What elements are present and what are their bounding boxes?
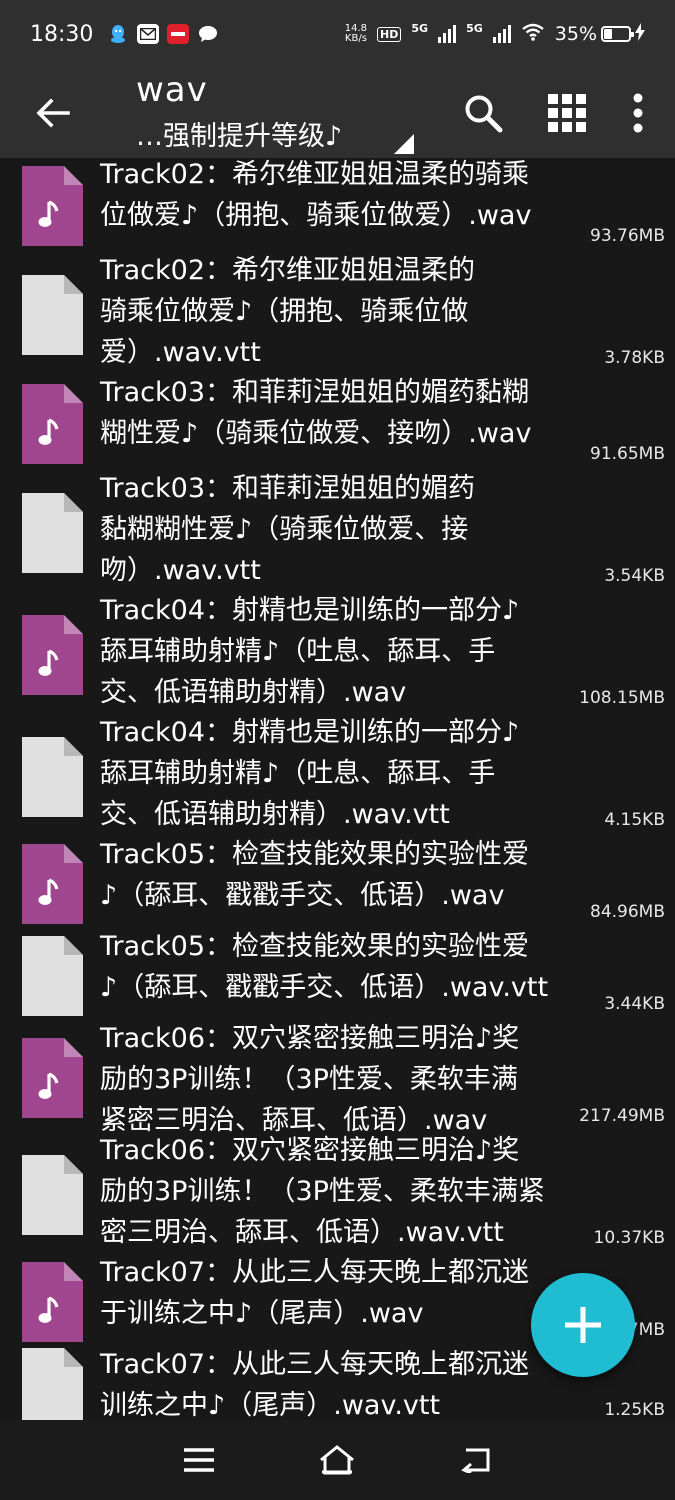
- mail-icon: [137, 24, 160, 44]
- signal-strength-icon: [492, 25, 511, 43]
- file-list-item[interactable]: Track02：希尔维亚姐姐温柔的 骑乘位做爱♪（拥抱、骑乘位做 爱）.wav.…: [0, 254, 675, 376]
- search-button[interactable]: [441, 68, 525, 158]
- audio-file-icon: [22, 1262, 83, 1342]
- document-file-icon: [22, 1155, 83, 1235]
- more-options-button[interactable]: [609, 68, 667, 158]
- system-navigation-bar: [0, 1420, 675, 1500]
- folder-title: wav: [136, 70, 208, 110]
- status-indicators: 14.8 KB/s HD 5G 5G 35%: [345, 22, 645, 46]
- file-list[interactable]: Track02：希尔维亚姐姐温柔的骑乘 位做爱♪（拥抱、骑乘位做爱）.wav 93…: [0, 158, 675, 1420]
- chat-bubble-icon: [197, 24, 219, 44]
- app-badge-icon: [167, 24, 190, 44]
- file-size: 10.37KB: [593, 1228, 665, 1248]
- file-list-item[interactable]: Track06：双穴紧密接触三明治♪奖 励的3P训练！（3P性爱、柔软丰满 紧密…: [0, 1022, 675, 1136]
- home-button[interactable]: [307, 1430, 367, 1490]
- plus-icon: [565, 1307, 601, 1343]
- network-speed: 14.8 KB/s: [345, 24, 367, 44]
- hd-voice-badge: HD: [377, 26, 402, 42]
- file-list-item[interactable]: Track04：射精也是训练的一部分♪ 舔耳辅助射精♪（吐息、舔耳、手 交、低语…: [0, 716, 675, 838]
- status-time: 18:30: [30, 21, 94, 47]
- more-vert-icon: [633, 93, 643, 133]
- back-button[interactable]: [0, 68, 106, 158]
- audio-file-icon: [22, 844, 83, 924]
- file-name: Track05：检查技能效果的实验性爱 ♪（舔耳、戳戳手交、低语）.wav: [100, 839, 530, 911]
- file-manager-screen: 18:30 14.8 KB/s HD 5G 5G 35% wav …强制提升等级…: [0, 0, 675, 1500]
- file-size: 4.15KB: [604, 810, 665, 830]
- add-fab-button[interactable]: [531, 1273, 635, 1377]
- sim2-network-type: 5G: [466, 22, 483, 35]
- grid-view-button[interactable]: [525, 68, 609, 158]
- file-name: Track04：射精也是训练的一部分♪ 舔耳辅助射精♪（吐息、舔耳、手 交、低语…: [100, 717, 520, 830]
- grid-view-icon: [548, 94, 586, 132]
- file-name: Track03：和菲莉涅姐姐的媚药 黏糊糊性爱♪（骑乘位做爱、接 吻）.wav.…: [100, 473, 476, 586]
- file-name: Track07：从此三人每天晚上都沉迷 于训练之中♪（尾声）.wav: [100, 1257, 530, 1329]
- app-toolbar: wav …强制提升等级♪: [0, 68, 675, 158]
- document-file-icon: [22, 737, 83, 817]
- net-speed-unit: KB/s: [344, 33, 367, 44]
- file-list-item[interactable]: Track02：希尔维亚姐姐温柔的骑乘 位做爱♪（拥抱、骑乘位做爱）.wav 93…: [0, 158, 675, 254]
- file-list-item[interactable]: Track04：射精也是训练的一部分♪ 舔耳辅助射精♪（吐息、舔耳、手 交、低语…: [0, 594, 675, 716]
- audio-file-icon: [22, 166, 83, 246]
- folder-path-subtitle: …强制提升等级♪: [136, 121, 343, 152]
- sim1-network-type: 5G: [411, 22, 429, 35]
- battery-indicator: 35%: [554, 22, 645, 46]
- file-name: Track03：和菲莉涅姐姐的媚药黏糊 糊性爱♪（骑乘位做爱、接吻）.wav: [100, 377, 532, 449]
- status-bar: 18:30 14.8 KB/s HD 5G 5G 35%: [0, 0, 675, 68]
- file-size: 3.44KB: [604, 994, 665, 1014]
- audio-file-icon: [22, 384, 83, 464]
- file-size: 3.78KB: [604, 348, 665, 368]
- back-nav-button[interactable]: [446, 1430, 506, 1490]
- file-list-item[interactable]: Track05：检查技能效果的实验性爱 ♪（舔耳、戳戳手交、低语）.wav 84.…: [0, 838, 675, 930]
- audio-file-icon: [22, 1038, 83, 1118]
- document-file-icon: [22, 1348, 83, 1420]
- file-size: 1.25KB: [604, 1400, 665, 1420]
- qq-icon: [107, 24, 129, 44]
- file-list-item[interactable]: Track03：和菲莉涅姐姐的媚药黏糊 糊性爱♪（骑乘位做爱、接吻）.wav 91…: [0, 376, 675, 472]
- back-icon: [461, 1448, 490, 1473]
- charging-bolt-icon: [635, 22, 645, 46]
- file-name: Track04：射精也是训练的一部分♪ 舔耳辅助射精♪（吐息、舔耳、手 交、低语…: [100, 595, 520, 708]
- file-list-item[interactable]: Track06：双穴紧密接触三明治♪奖 励的3P训练！（3P性爱、柔软丰满紧 密…: [0, 1134, 675, 1256]
- file-size: 84.96MB: [590, 902, 665, 922]
- document-file-icon: [22, 275, 83, 355]
- file-name: Track05：检查技能效果的实验性爱 ♪（舔耳、戳戳手交、低语）.wav.vt…: [100, 931, 549, 1003]
- title-dropdown[interactable]: wav …强制提升等级♪: [106, 68, 414, 158]
- battery-icon: [601, 26, 634, 42]
- file-size: 108.15MB: [579, 688, 665, 708]
- file-size: 3.54KB: [604, 566, 665, 586]
- notification-icons: [107, 24, 219, 44]
- recents-button[interactable]: [169, 1430, 229, 1490]
- signal-strength-icon: [438, 25, 457, 43]
- audio-file-icon: [22, 615, 83, 695]
- battery-percent: 35%: [554, 23, 597, 45]
- file-size: 93.76MB: [590, 226, 665, 246]
- file-name: Track02：希尔维亚姐姐温柔的骑乘 位做爱♪（拥抱、骑乘位做爱）.wav: [100, 159, 532, 231]
- file-list-item[interactable]: Track05：检查技能效果的实验性爱 ♪（舔耳、戳戳手交、低语）.wav.vt…: [0, 930, 675, 1022]
- file-list-item[interactable]: Track03：和菲莉涅姐姐的媚药 黏糊糊性爱♪（骑乘位做爱、接 吻）.wav.…: [0, 472, 675, 594]
- dropdown-caret-icon: [394, 134, 414, 154]
- document-file-icon: [22, 493, 83, 573]
- home-icon: [320, 1445, 355, 1475]
- file-size: 217.49MB: [579, 1106, 665, 1126]
- document-file-icon: [22, 936, 83, 1016]
- arrow-left-icon: [36, 98, 70, 128]
- file-name: Track06：双穴紧密接触三明治♪奖 励的3P训练！（3P性爱、柔软丰满紧 密…: [100, 1135, 545, 1248]
- search-icon: [465, 95, 503, 133]
- file-name: Track07：从此三人每天晚上都沉迷 训练之中♪（尾声）.wav.vtt: [100, 1349, 530, 1420]
- wifi-icon: [521, 22, 545, 46]
- file-size: 91.65MB: [590, 444, 665, 464]
- file-name: Track06：双穴紧密接触三明治♪奖 励的3P训练！（3P性爱、柔软丰满 紧密…: [100, 1023, 520, 1136]
- menu-icon: [184, 1448, 215, 1472]
- file-name: Track02：希尔维亚姐姐温柔的 骑乘位做爱♪（拥抱、骑乘位做 爱）.wav.…: [100, 255, 476, 368]
